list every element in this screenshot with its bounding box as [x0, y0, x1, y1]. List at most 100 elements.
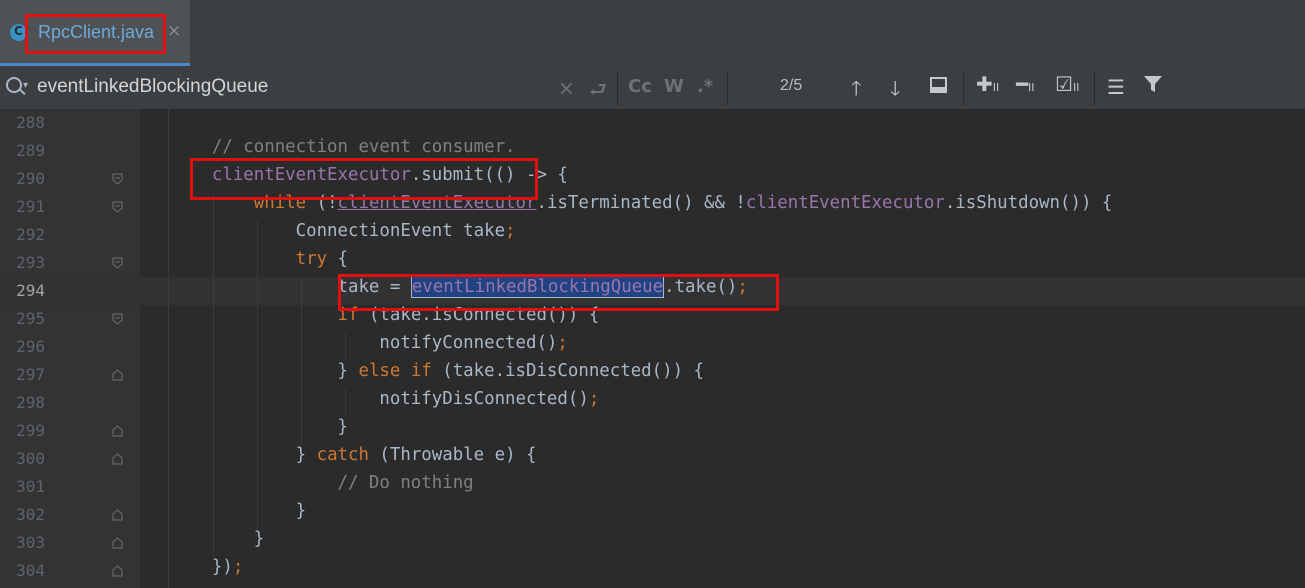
code-line[interactable]: 304 });: [0, 557, 1305, 585]
code-text: // connection event consumer.: [170, 137, 516, 157]
code-token: // connection event consumer.: [170, 137, 516, 157]
indent-guide: [168, 109, 169, 588]
code-token: catch: [316, 445, 369, 465]
divider: [1094, 71, 1095, 105]
line-number: 292: [16, 225, 45, 244]
code-text: ConnectionEvent take;: [170, 221, 516, 241]
code-token: {: [327, 249, 349, 269]
code-token: try: [295, 249, 328, 269]
code-text: }: [170, 529, 264, 549]
code-token: ;: [505, 221, 516, 241]
code-token: ;: [557, 333, 568, 353]
code-text: }: [170, 501, 307, 521]
line-number: 294: [16, 281, 45, 300]
indent-guide: [345, 333, 346, 361]
code-token: ConnectionEvent take: [170, 221, 506, 241]
code-line[interactable]: 299 }: [0, 417, 1305, 445]
filter-options-icon[interactable]: ☰: [1107, 75, 1125, 99]
code-token: notifyConnected(): [170, 333, 558, 353]
line-number: 304: [16, 561, 45, 580]
fold-end-icon[interactable]: [112, 565, 123, 577]
add-selection-icon[interactable]: ✚II: [976, 72, 999, 96]
filter-icon[interactable]: [1142, 73, 1164, 100]
code-text: } else if (take.isDisConnected()) {: [170, 361, 704, 381]
clear-icon[interactable]: ×: [558, 76, 575, 100]
code-text: } catch (Throwable e) {: [170, 445, 537, 465]
code-text: }: [170, 417, 348, 437]
chevron-down-icon[interactable]: ▾: [23, 80, 28, 91]
code-line[interactable]: 293 try {: [0, 249, 1305, 277]
line-number: 288: [16, 113, 45, 132]
match-counter: 2/5: [780, 77, 803, 94]
code-line[interactable]: 297 } else if (take.isDisConnected()) {: [0, 361, 1305, 389]
editor-tab-bar: RpcClient.java ×: [0, 0, 1305, 68]
code-line[interactable]: 302 }: [0, 501, 1305, 529]
arrow-up-icon[interactable]: 🡑: [851, 74, 861, 108]
fold-end-icon[interactable]: [112, 509, 123, 521]
fold-marker-icon[interactable]: [112, 173, 123, 185]
code-token: }: [170, 361, 359, 381]
fold-marker-icon[interactable]: [112, 201, 123, 213]
line-number: 293: [16, 253, 45, 272]
highlight-box-submit: [190, 158, 538, 200]
fold-end-icon[interactable]: [112, 537, 123, 549]
code-text: notifyConnected();: [170, 333, 568, 353]
code-text: });: [170, 557, 243, 577]
code-line[interactable]: 301 // Do nothing: [0, 473, 1305, 501]
whole-words-toggle[interactable]: W: [664, 76, 684, 97]
line-number: 291: [16, 197, 45, 216]
match-case-toggle[interactable]: Cc: [628, 76, 652, 97]
highlight-box-tab: [25, 14, 166, 54]
find-bar: ▾ × ⮐ Cc W .* 2/5 🡑 🡓 ✚II ━II ☑II ☰: [0, 67, 1305, 110]
divider: [727, 71, 728, 105]
code-line[interactable]: 292 ConnectionEvent take;: [0, 221, 1305, 249]
close-icon[interactable]: ×: [167, 21, 181, 41]
code-token: (Throwable e) {: [368, 445, 537, 465]
fold-marker-icon[interactable]: [112, 257, 123, 269]
line-number: 301: [16, 477, 45, 496]
highlight-box-take: [338, 274, 779, 311]
indent-guide: [345, 389, 346, 417]
line-number: 300: [16, 449, 45, 468]
line-number: 298: [16, 393, 45, 412]
code-token: clientEventExecutor: [745, 193, 945, 213]
indent-guide: [213, 193, 214, 557]
replace-history-icon[interactable]: ⮐: [589, 75, 607, 109]
code-line[interactable]: 288: [0, 109, 1305, 137]
fold-end-icon[interactable]: [112, 369, 123, 381]
line-number: 299: [16, 421, 45, 440]
code-token: notifyDisConnected(): [170, 389, 589, 409]
remove-selection-icon[interactable]: ━II: [1016, 72, 1035, 96]
line-number: 302: [16, 505, 45, 524]
fold-end-icon[interactable]: [112, 453, 123, 465]
select-all-occurrences-icon[interactable]: ☑II: [1055, 72, 1079, 96]
code-text: try {: [170, 249, 348, 269]
code-line[interactable]: 300 } catch (Throwable e) {: [0, 445, 1305, 473]
code-line[interactable]: 296 notifyConnected();: [0, 333, 1305, 361]
code-editor[interactable]: 288 289 // connection event consumer. 290 …: [0, 109, 1305, 588]
line-number: 303: [16, 533, 45, 552]
divider: [617, 71, 618, 105]
regex-toggle[interactable]: .*: [697, 76, 713, 97]
search-icon[interactable]: [6, 77, 22, 93]
arrow-down-icon[interactable]: 🡓: [890, 74, 900, 108]
code-text: // Do nothing: [170, 473, 474, 493]
code-token: else if: [358, 361, 432, 381]
divider: [963, 71, 964, 105]
search-input[interactable]: [37, 75, 537, 99]
code-line[interactable]: 298 notifyDisConnected();: [0, 389, 1305, 417]
code-token: }: [170, 417, 348, 437]
line-number: 289: [16, 141, 45, 160]
code-token: .isTerminated() && !: [536, 193, 746, 213]
indent-guide: [257, 221, 258, 529]
line-number: 295: [16, 309, 45, 328]
code-line[interactable]: 303 }: [0, 529, 1305, 557]
fold-end-icon[interactable]: [112, 425, 123, 437]
code-token: // Do nothing: [170, 473, 474, 493]
fold-marker-icon[interactable]: [112, 313, 123, 325]
code-token: (take.isDisConnected()) {: [431, 361, 704, 381]
code-token: ;: [588, 389, 600, 409]
select-all-icon[interactable]: [929, 75, 949, 100]
